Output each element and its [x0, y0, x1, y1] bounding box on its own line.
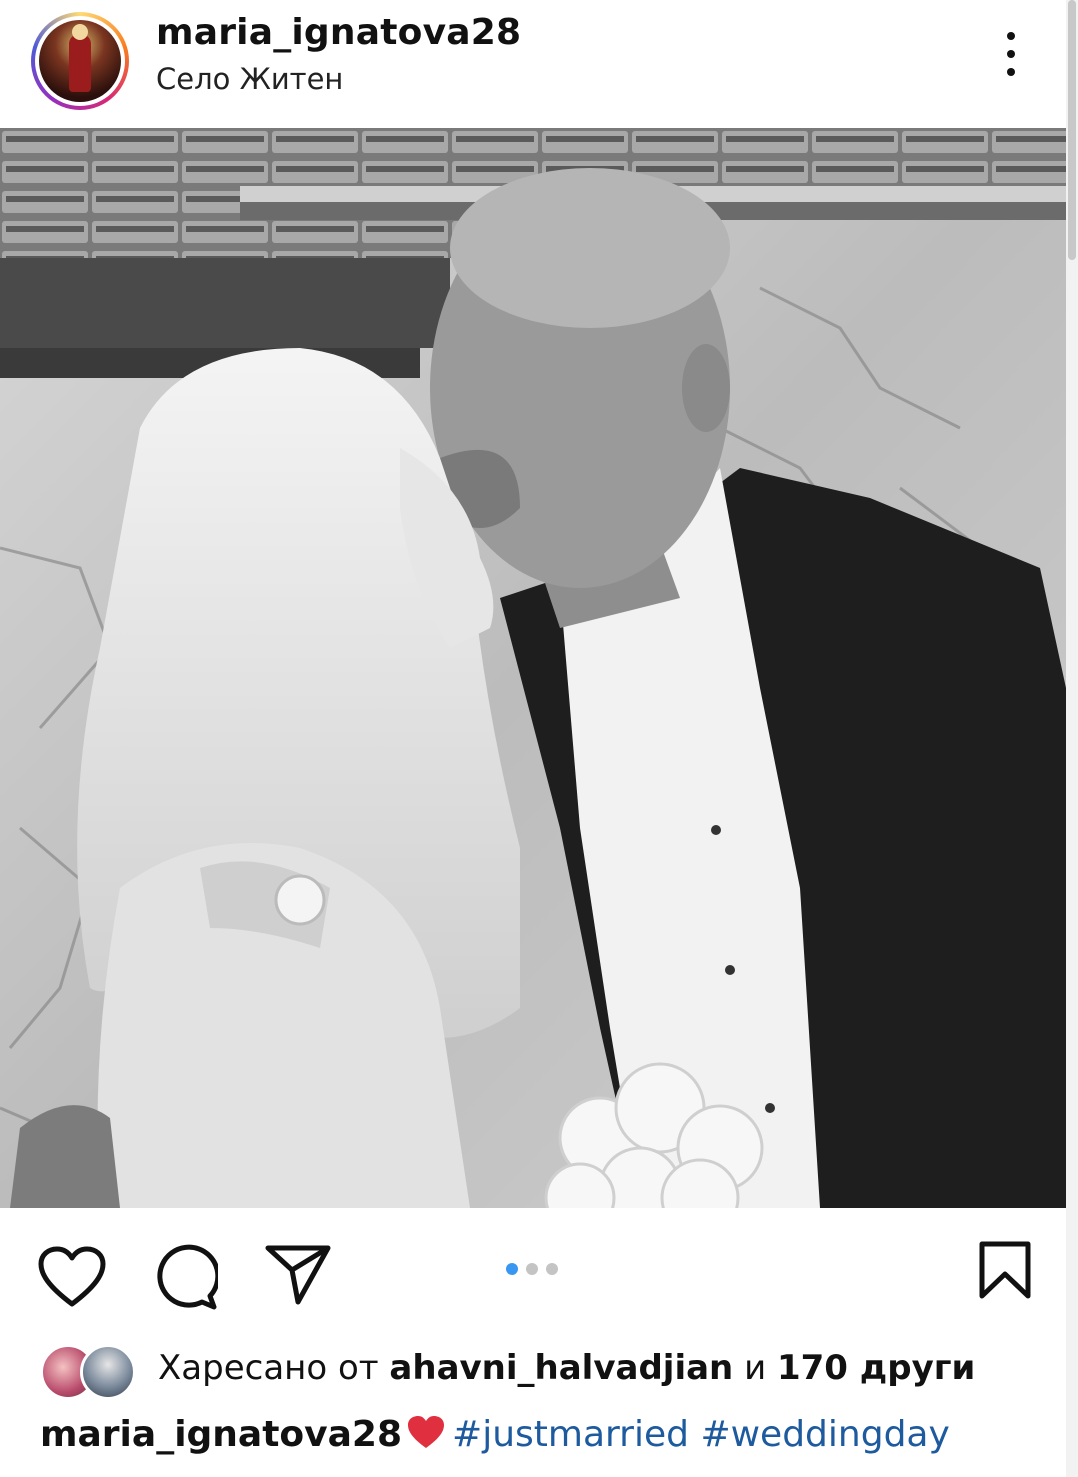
hashtag-weddingday[interactable]: #weddingday — [700, 1414, 949, 1455]
likes-summary: Харесано от ahavni_halvadjian и 170 друг… — [40, 1340, 1070, 1400]
post-location[interactable]: Село Житен — [156, 62, 343, 96]
carousel-dot-active — [506, 1263, 518, 1275]
comment-icon[interactable] — [152, 1244, 218, 1310]
post-header: maria_ignatova28 Село Житен — [0, 0, 1078, 128]
hashtag-justmarried[interactable]: #justmarried — [452, 1414, 689, 1455]
more-dot — [1007, 32, 1015, 40]
caption-username[interactable]: maria_ignatova28 — [40, 1414, 402, 1455]
likes-user-link[interactable]: ahavni_halvadjian — [389, 1348, 733, 1388]
carousel-dot — [546, 1263, 558, 1275]
avatar-head — [72, 24, 88, 40]
share-icon[interactable] — [264, 1244, 332, 1306]
like-heart-icon[interactable] — [38, 1246, 106, 1308]
likes-others-link[interactable]: 170 други — [777, 1348, 975, 1388]
likes-connector: и — [744, 1348, 767, 1388]
bookmark-icon[interactable] — [978, 1240, 1032, 1300]
likes-prefix: Харесано от — [158, 1348, 379, 1388]
more-dot — [1007, 68, 1015, 76]
post-username[interactable]: maria_ignatova28 — [156, 12, 521, 53]
carousel-indicator — [506, 1263, 558, 1275]
avatar-figure — [69, 34, 91, 92]
likes-text: Харесано от ahavni_halvadjian и 170 друг… — [158, 1348, 975, 1388]
avatar-frame — [35, 16, 125, 106]
more-dot — [1007, 50, 1015, 58]
avatar-image — [39, 20, 121, 102]
red-heart-icon — [408, 1416, 445, 1448]
profile-avatar[interactable] — [31, 12, 129, 110]
post-caption: maria_ignatova28 #justmarried #weddingday — [40, 1414, 950, 1455]
photo-illustration — [0, 128, 1066, 1208]
liker-avatar — [80, 1344, 136, 1400]
more-options-icon[interactable] — [998, 28, 1024, 84]
carousel-dot — [526, 1263, 538, 1275]
scrollbar-thumb[interactable] — [1068, 0, 1076, 260]
liker-avatars[interactable] — [40, 1344, 140, 1400]
post-photo[interactable] — [0, 128, 1066, 1208]
